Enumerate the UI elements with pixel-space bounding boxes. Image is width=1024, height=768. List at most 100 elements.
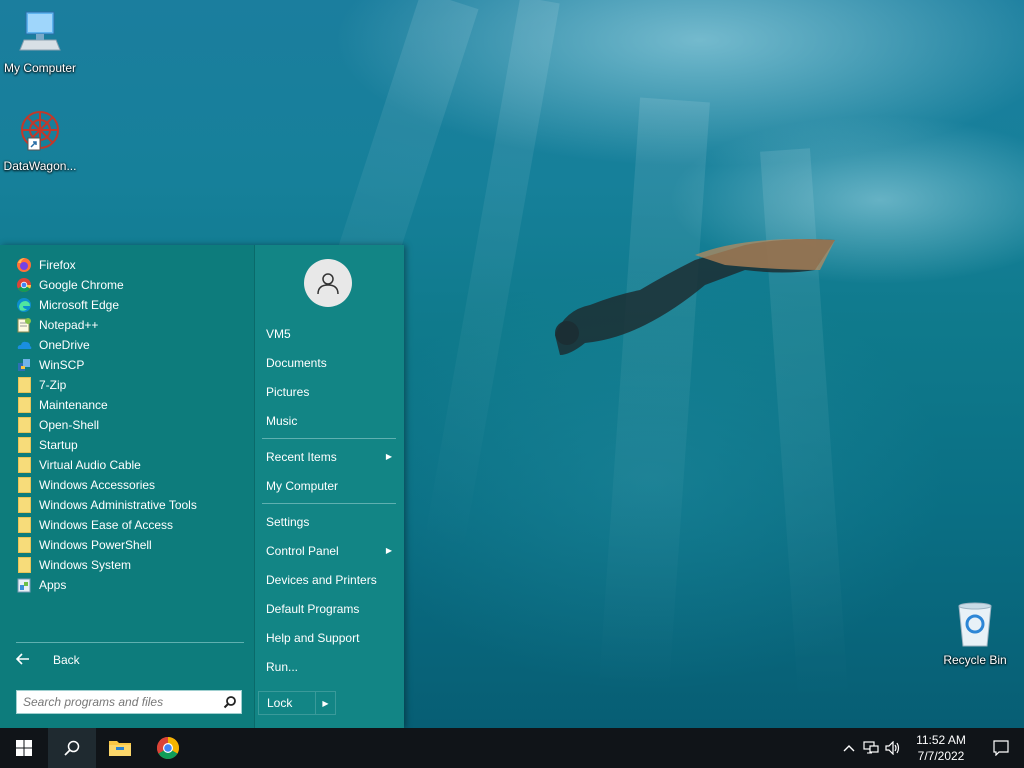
program-label: Virtual Audio Cable bbox=[39, 458, 141, 472]
program-item-windows-accessories[interactable]: Windows Accessories bbox=[12, 475, 248, 495]
place-label: Help and Support bbox=[266, 630, 360, 645]
search-input[interactable] bbox=[17, 695, 219, 709]
network-icon[interactable] bbox=[860, 741, 882, 755]
taskbar-file-explorer[interactable] bbox=[96, 728, 144, 768]
program-label: Startup bbox=[39, 438, 78, 452]
program-label: Open-Shell bbox=[39, 418, 100, 432]
program-label: OneDrive bbox=[39, 338, 90, 352]
taskbar-search-button[interactable] bbox=[48, 728, 96, 768]
place-label: Documents bbox=[266, 355, 327, 370]
place-label: VM5 bbox=[266, 326, 291, 341]
divider bbox=[262, 438, 396, 439]
program-label: Apps bbox=[39, 578, 67, 592]
desktop-icon-label: Recycle Bin bbox=[943, 653, 1007, 667]
lock-label: Lock bbox=[267, 696, 293, 710]
place-label: My Computer bbox=[266, 478, 339, 493]
taskbar-chrome[interactable] bbox=[144, 728, 192, 768]
program-item-7zip[interactable]: 7-Zip bbox=[12, 375, 248, 395]
folder-icon bbox=[16, 457, 32, 473]
program-item-startup[interactable]: Startup bbox=[12, 435, 248, 455]
edge-icon bbox=[16, 297, 32, 313]
place-item-documents[interactable]: Documents bbox=[258, 348, 400, 377]
desktop-icon-datawagon[interactable]: DataWagon... bbox=[0, 106, 80, 173]
place-item-music[interactable]: Music bbox=[258, 406, 400, 435]
divider bbox=[262, 503, 396, 504]
program-item-virtual-audio-cable[interactable]: Virtual Audio Cable bbox=[12, 455, 248, 475]
user-icon bbox=[317, 273, 339, 295]
place-item-control-panel[interactable]: Control Panel ▶ bbox=[258, 536, 400, 565]
program-label: WinSCP bbox=[39, 358, 85, 372]
program-item-microsoft-edge[interactable]: Microsoft Edge bbox=[12, 295, 248, 315]
user-avatar[interactable] bbox=[304, 259, 352, 307]
places-list: VM5 Documents Pictures Music Recent Item… bbox=[258, 319, 400, 681]
recycle-bin-icon bbox=[958, 602, 992, 647]
place-label: Music bbox=[266, 413, 298, 428]
clock[interactable]: 11:52 AM 7/7/2022 bbox=[904, 732, 978, 764]
apps-icon bbox=[16, 577, 32, 593]
program-label: Windows Ease of Access bbox=[39, 518, 174, 532]
program-label: Google Chrome bbox=[39, 278, 124, 292]
start-button[interactable] bbox=[0, 728, 48, 768]
program-item-windows-administrative-tools[interactable]: Windows Administrative Tools bbox=[12, 495, 248, 515]
desktop-icon-recycle-bin[interactable]: Recycle Bin bbox=[935, 600, 1015, 667]
start-icon bbox=[16, 740, 32, 756]
winscp-icon bbox=[16, 357, 32, 373]
folder-icon bbox=[16, 537, 32, 553]
program-item-apps[interactable]: Apps bbox=[12, 575, 248, 595]
program-item-windows-powershell[interactable]: Windows PowerShell bbox=[12, 535, 248, 555]
place-item-default-programs[interactable]: Default Programs bbox=[258, 594, 400, 623]
program-list: Firefox Google Chrome Microsoft Edge Not… bbox=[12, 255, 248, 595]
program-item-open-shell[interactable]: Open-Shell bbox=[12, 415, 248, 435]
file-explorer-icon bbox=[109, 741, 131, 756]
divider bbox=[16, 642, 244, 643]
place-label: Control Panel bbox=[266, 543, 339, 558]
back-label: Back bbox=[53, 653, 80, 667]
program-item-google-chrome[interactable]: Google Chrome bbox=[12, 275, 248, 295]
place-label: Run... bbox=[266, 659, 299, 674]
chevron-up-icon[interactable] bbox=[838, 744, 860, 752]
program-item-windows-system[interactable]: Windows System bbox=[12, 555, 248, 575]
search-box bbox=[16, 690, 242, 714]
place-label: Devices and Printers bbox=[266, 572, 377, 587]
place-item-pictures[interactable]: Pictures bbox=[258, 377, 400, 406]
back-button[interactable]: Back bbox=[15, 650, 244, 670]
place-item-run[interactable]: Run... bbox=[258, 652, 400, 681]
place-item-user[interactable]: VM5 bbox=[258, 319, 400, 348]
place-item-help-and-support[interactable]: Help and Support bbox=[258, 623, 400, 652]
program-label: Microsoft Edge bbox=[39, 298, 120, 312]
desktop-icon-label: My Computer bbox=[3, 61, 77, 75]
start-menu: Firefox Google Chrome Microsoft Edge Not… bbox=[0, 245, 404, 728]
program-label: 7-Zip bbox=[39, 378, 67, 392]
volume-icon[interactable] bbox=[882, 741, 904, 755]
folder-icon bbox=[16, 477, 32, 493]
shutdown-options-arrow-icon[interactable]: ▶ bbox=[315, 692, 335, 714]
datawagon-icon bbox=[21, 111, 59, 151]
program-item-onedrive[interactable]: OneDrive bbox=[12, 335, 248, 355]
search-icon bbox=[64, 740, 80, 756]
program-item-maintenance[interactable]: Maintenance bbox=[12, 395, 248, 415]
clock-date: 7/7/2022 bbox=[917, 749, 965, 763]
program-item-windows-ease-of-access[interactable]: Windows Ease of Access bbox=[12, 515, 248, 535]
submenu-arrow-icon: ▶ bbox=[385, 452, 392, 461]
taskbar: 11:52 AM 7/7/2022 bbox=[0, 728, 1024, 768]
program-item-winscp[interactable]: WinSCP bbox=[12, 355, 248, 375]
program-item-firefox[interactable]: Firefox bbox=[12, 255, 248, 275]
search-icon[interactable] bbox=[219, 691, 241, 713]
chrome-icon bbox=[16, 277, 32, 293]
folder-icon bbox=[16, 417, 32, 433]
place-item-recent-items[interactable]: Recent Items ▶ bbox=[258, 442, 400, 471]
place-item-my-computer[interactable]: My Computer bbox=[258, 471, 400, 500]
program-label: Notepad++ bbox=[39, 318, 99, 332]
folder-icon bbox=[16, 497, 32, 513]
system-tray: 11:52 AM 7/7/2022 bbox=[838, 728, 1024, 768]
action-center-button[interactable] bbox=[978, 728, 1024, 768]
lock-button[interactable]: Lock ▶ bbox=[258, 691, 336, 715]
place-item-devices-and-printers[interactable]: Devices and Printers bbox=[258, 565, 400, 594]
folder-icon bbox=[16, 557, 32, 573]
onedrive-icon bbox=[16, 337, 32, 353]
place-item-settings[interactable]: Settings bbox=[258, 507, 400, 536]
place-label: Recent Items bbox=[266, 449, 337, 464]
folder-icon bbox=[16, 437, 32, 453]
desktop-icon-my-computer[interactable]: My Computer bbox=[0, 8, 80, 75]
program-item-notepadpp[interactable]: Notepad++ bbox=[12, 315, 248, 335]
